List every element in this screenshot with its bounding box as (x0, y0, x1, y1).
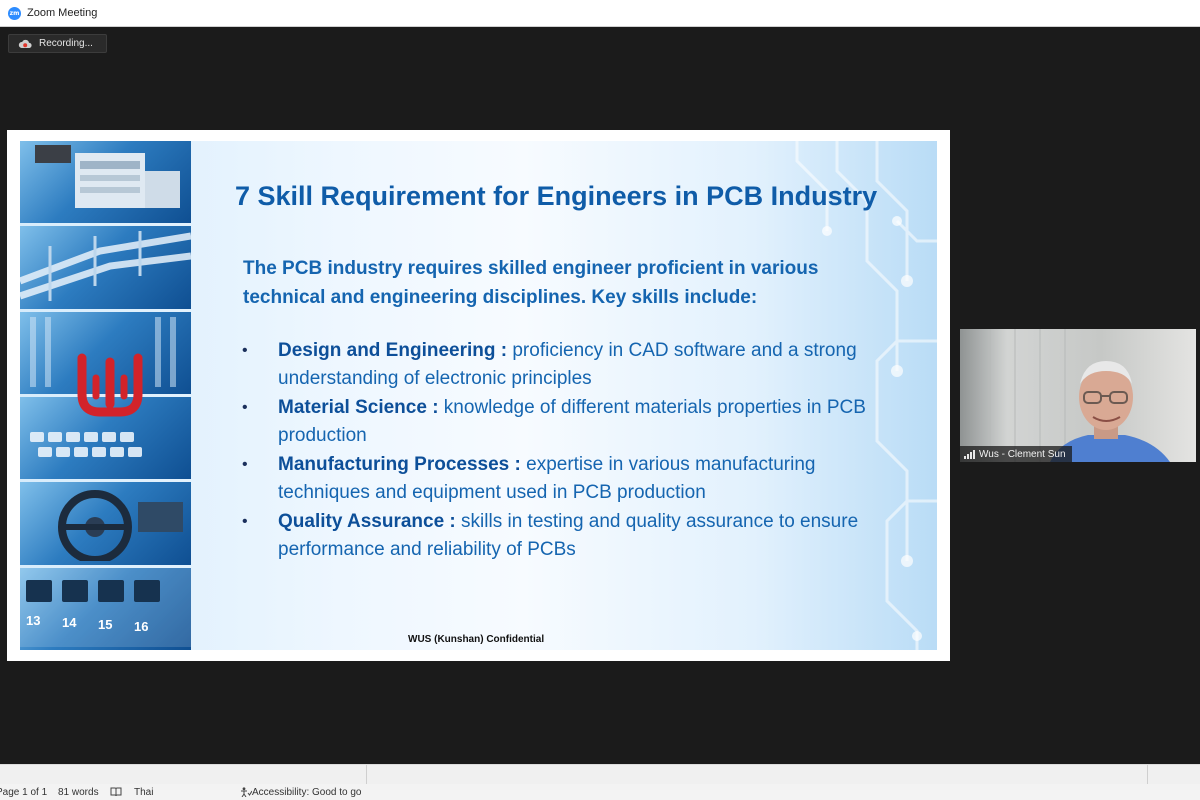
shared-screen: 13 14 15 16 7 Skill Requirement for Engi… (7, 130, 950, 661)
accessibility-icon (241, 787, 252, 797)
skill-label: Design and Engineering : (278, 340, 508, 361)
company-logo (70, 344, 150, 424)
signal-strength-icon (964, 449, 975, 459)
bullet-icon: • (242, 399, 248, 416)
port-label: 15 (98, 617, 112, 632)
car-dashboard-image (20, 482, 191, 565)
bullet-icon: • (242, 342, 248, 359)
list-item: • Design and Engineering : proficiency i… (242, 337, 902, 393)
window-title-bar: zm Zoom Meeting (0, 0, 1200, 27)
language-indicator[interactable]: Thai (134, 787, 230, 798)
accessibility-status[interactable]: Accessibility: Good to go (240, 787, 362, 798)
printer-image (20, 141, 191, 224)
list-item: • Manufacturing Processes : expertise in… (242, 451, 902, 507)
recording-label: Recording... (39, 38, 93, 49)
skill-label: Quality Assurance : (278, 511, 456, 532)
port-label: 13 (26, 613, 40, 628)
participant-name-tag: Wus - Clement Sun (960, 446, 1072, 462)
proofing-book-icon[interactable] (110, 787, 122, 797)
accessibility-label: Accessibility: Good to go (252, 786, 362, 798)
slide-intro: The PCB industry requires skilled engine… (243, 258, 819, 308)
window-bottom-strip (0, 764, 1200, 785)
page-count[interactable]: Page 1 of 1 (0, 787, 56, 798)
document-status-bar: Page 1 of 1 81 words Thai Accessibility:… (0, 784, 1200, 800)
slide-footer: WUS (Kunshan) Confidential (408, 634, 545, 645)
participant-video (989, 329, 1170, 462)
list-item: • Material Science : knowledge of differ… (242, 394, 902, 450)
word-count[interactable]: 81 words (58, 787, 110, 798)
list-item: • Quality Assurance : skills in testing … (242, 508, 902, 564)
cloud-recording-icon (18, 39, 32, 49)
network-ports-image: 13 14 15 16 (20, 567, 191, 650)
zoom-logo-icon: zm (8, 6, 21, 20)
slide-title: 7 Skill Requirement for Engineers in PCB… (235, 181, 878, 211)
window-title: Zoom Meeting (27, 7, 98, 19)
bullet-icon: • (242, 456, 248, 473)
participant-name: Wus - Clement Sun (979, 448, 1066, 460)
skill-list: • Design and Engineering : proficiency i… (242, 337, 902, 565)
bullet-icon: • (242, 513, 248, 530)
recording-indicator[interactable]: Recording... (8, 34, 107, 53)
port-label: 14 (62, 615, 77, 630)
participant-video-tile[interactable]: Wus - Clement Sun (960, 329, 1196, 462)
skill-label: Manufacturing Processes : (278, 454, 521, 475)
port-label: 16 (134, 619, 148, 634)
industrial-pipes-image (20, 226, 191, 309)
presentation-slide: 13 14 15 16 7 Skill Requirement for Engi… (20, 141, 937, 650)
skill-label: Material Science : (278, 397, 439, 418)
